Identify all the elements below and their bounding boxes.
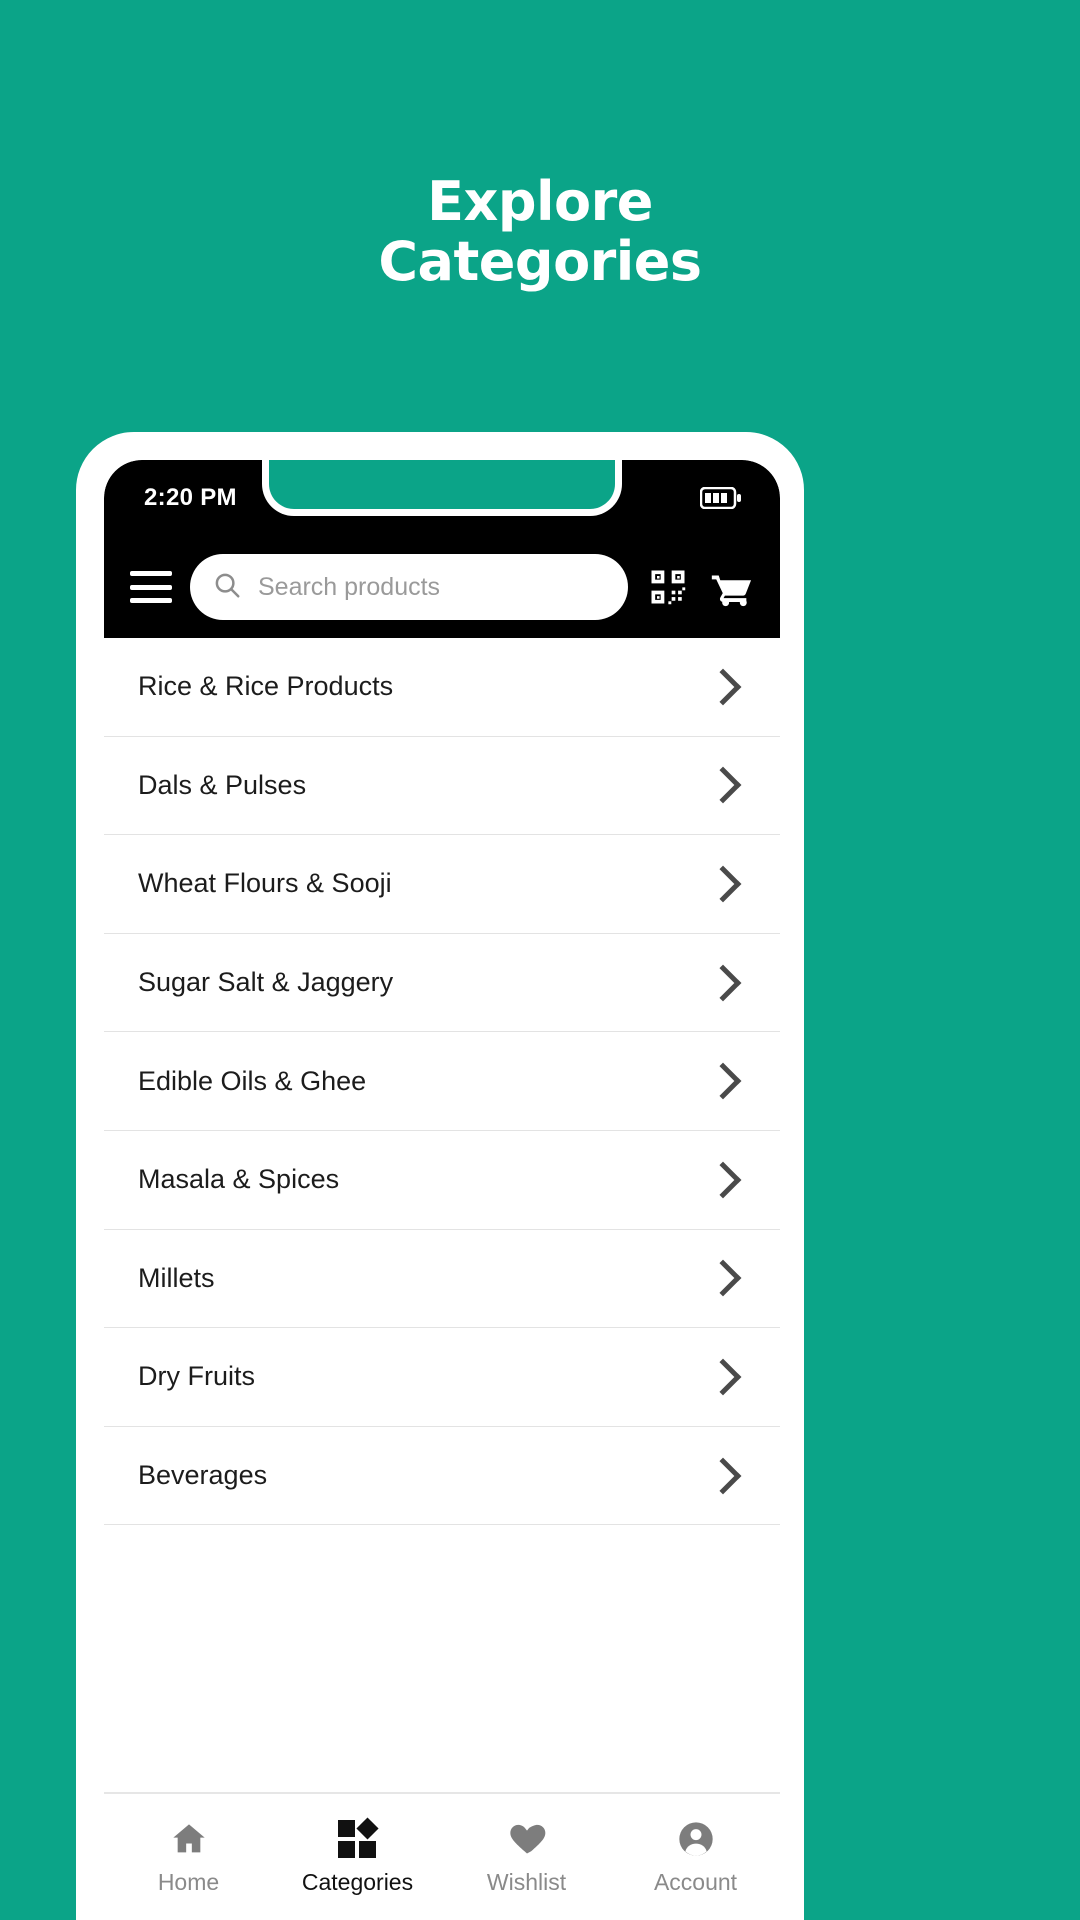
- search-bar[interactable]: [190, 554, 628, 620]
- chevron-right-icon[interactable]: [704, 1358, 742, 1396]
- category-list: Rice & Rice Products Dals & Pulses Wheat…: [104, 638, 780, 1526]
- battery-icon: [700, 487, 742, 509]
- chevron-right-icon[interactable]: [704, 1457, 742, 1494]
- nav-item-account[interactable]: Account: [611, 1794, 780, 1920]
- page-title-line-2: Categories: [378, 230, 702, 293]
- category-row-1[interactable]: Dals & Pulses: [104, 737, 780, 836]
- category-row-2[interactable]: Wheat Flours & Sooji: [104, 835, 780, 934]
- category-row-3[interactable]: Sugar Salt & Jaggery: [104, 934, 780, 1033]
- app-bar: [104, 536, 780, 638]
- status-bar: 2:20 PM: [104, 460, 780, 536]
- nav-item-home[interactable]: Home: [104, 1794, 273, 1920]
- category-row-4[interactable]: Edible Oils & Ghee: [104, 1032, 780, 1131]
- shopping-cart-icon[interactable]: [708, 564, 754, 610]
- nav-label: Wishlist: [486, 1868, 567, 1895]
- search-input[interactable]: [258, 572, 606, 602]
- chevron-right-icon[interactable]: [704, 1259, 742, 1297]
- page-title-line-1: Explore: [427, 170, 653, 233]
- chevron-right-icon[interactable]: [704, 1062, 742, 1100]
- qr-scanner-icon[interactable]: [646, 565, 690, 609]
- grid-categories-icon: [337, 1816, 379, 1859]
- phone-mockup-frame: 2:20 PM Search products Rice & Rice Prod…: [76, 432, 804, 1920]
- category-row-6[interactable]: Millets: [104, 1230, 780, 1329]
- status-bar-time: 2:20 PM: [144, 484, 237, 511]
- category-label: Sugar Salt & Jaggery: [138, 967, 394, 998]
- chevron-right-icon[interactable]: [704, 668, 742, 706]
- phone-notch: [262, 460, 622, 516]
- category-label: Dals & Pulses: [138, 769, 307, 800]
- nav-label: Account: [653, 1868, 738, 1895]
- hero-banner: Explore Categories: [0, 0, 1080, 440]
- category-label: Edible Oils & Ghee: [138, 1065, 367, 1096]
- category-row-5[interactable]: Masala & Spices: [104, 1131, 780, 1230]
- hamburger-menu-icon[interactable]: [130, 571, 172, 603]
- category-row-7[interactable]: Dry Fruits: [104, 1328, 780, 1427]
- chevron-right-icon[interactable]: [704, 865, 742, 903]
- category-label: Beverages: [138, 1460, 268, 1491]
- category-row-0[interactable]: Rice & Rice Products: [104, 638, 780, 737]
- heart-icon: [507, 1819, 547, 1859]
- chevron-right-icon[interactable]: [704, 1161, 742, 1199]
- nav-label: Categories: [301, 1868, 414, 1895]
- chevron-right-icon[interactable]: [704, 767, 742, 804]
- home-icon: [169, 1819, 209, 1859]
- phone-screen: 2:20 PM Search products Rice & Rice Prod…: [104, 460, 780, 1920]
- nav-item-wishlist[interactable]: Wishlist: [442, 1794, 611, 1920]
- category-label: Millets: [138, 1262, 215, 1293]
- search-icon: [212, 570, 242, 605]
- nav-item-categories[interactable]: Categories: [273, 1794, 442, 1920]
- category-label: Dry Fruits: [138, 1361, 255, 1392]
- account-person-icon: [676, 1819, 716, 1859]
- category-label: Wheat Flours & Sooji: [138, 868, 392, 899]
- nav-label: Home: [157, 1868, 220, 1895]
- category-row-8[interactable]: Beverages: [104, 1427, 780, 1526]
- category-label: Rice & Rice Products: [138, 671, 394, 702]
- bottom-navigation-bar: Home Categories Wishlist Account: [104, 1792, 780, 1920]
- category-label: Masala & Spices: [138, 1164, 340, 1195]
- chevron-right-icon[interactable]: [704, 964, 742, 1001]
